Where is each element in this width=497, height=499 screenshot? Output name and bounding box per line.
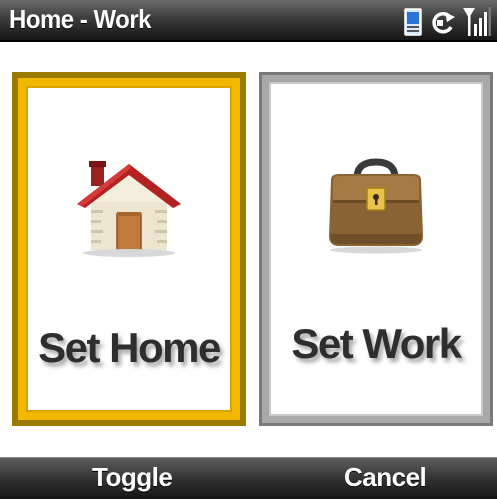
house-icon <box>77 161 181 257</box>
set-work-card-face: Set Work <box>269 82 483 416</box>
sync-icon <box>432 12 455 34</box>
signal-icon <box>463 7 491 36</box>
briefcase-icon <box>329 158 423 254</box>
cancel-softkey[interactable]: Cancel <box>344 462 427 493</box>
set-home-card[interactable]: Set Home <box>12 72 246 426</box>
set-home-card-face: Set Home <box>26 86 232 412</box>
set-work-card[interactable]: Set Work <box>259 72 493 426</box>
set-home-label: Set Home <box>38 324 221 371</box>
toggle-softkey[interactable]: Toggle <box>92 462 173 493</box>
set-work-label: Set Work <box>291 320 462 367</box>
status-area <box>403 6 491 36</box>
device-icon <box>404 8 422 36</box>
window-title: Home - Work <box>9 4 152 34</box>
title-bar: Home - Work <box>0 0 497 42</box>
softkey-bar: Toggle Cancel <box>0 457 497 499</box>
